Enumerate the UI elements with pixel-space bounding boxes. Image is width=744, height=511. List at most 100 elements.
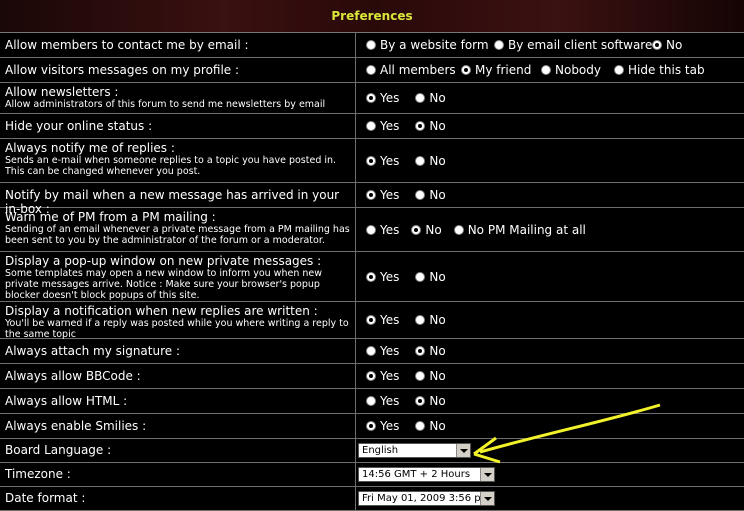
radio-option[interactable]: No bbox=[415, 313, 446, 327]
radio-unselected-icon[interactable] bbox=[415, 421, 426, 431]
radio-option[interactable]: Hide this tab bbox=[614, 63, 705, 77]
radio-option[interactable]: Yes bbox=[366, 419, 399, 433]
preference-description: Some templates may open a new window to … bbox=[5, 268, 322, 301]
radio-option[interactable]: By a website form bbox=[366, 38, 489, 52]
radio-selected-icon[interactable] bbox=[366, 190, 376, 200]
preference-label: Timezone : bbox=[5, 463, 350, 481]
preference-row: Allow visitors messages on my profile : A… bbox=[0, 58, 744, 83]
preference-description: Sending of an email whenever a private m… bbox=[5, 224, 350, 246]
radio-option[interactable]: Yes bbox=[366, 369, 399, 383]
radio-option[interactable]: Yes bbox=[366, 223, 399, 237]
column-divider bbox=[355, 33, 356, 57]
preference-label: Always allow BBCode : bbox=[5, 364, 350, 383]
preference-options: Yes No bbox=[366, 389, 458, 413]
preference-title: Display a notification when new replies … bbox=[5, 304, 318, 318]
radio-option[interactable]: Yes bbox=[366, 188, 399, 202]
radio-option[interactable]: No bbox=[411, 223, 442, 237]
radio-selected-icon[interactable] bbox=[652, 40, 662, 50]
column-divider bbox=[355, 339, 356, 363]
board-language-select[interactable]: English bbox=[358, 443, 471, 458]
radio-selected-icon[interactable] bbox=[415, 346, 426, 356]
radio-option[interactable]: No bbox=[415, 154, 446, 168]
preference-title: Hide your online status : bbox=[5, 119, 153, 133]
radio-selected-icon[interactable] bbox=[415, 396, 426, 406]
radio-selected-icon[interactable] bbox=[366, 271, 376, 282]
radio-unselected-icon[interactable] bbox=[366, 396, 376, 406]
radio-option[interactable]: No bbox=[415, 270, 446, 284]
preference-title: Always allow HTML : bbox=[5, 394, 128, 408]
radio-selected-icon[interactable] bbox=[366, 315, 376, 325]
date-format-select[interactable]: Fri May 01, 2009 3:56 pm bbox=[358, 491, 495, 506]
preference-options: Yes No bbox=[366, 252, 458, 301]
radio-option[interactable]: No bbox=[415, 344, 446, 358]
radio-unselected-icon[interactable] bbox=[415, 155, 426, 166]
radio-option[interactable]: All members bbox=[366, 63, 456, 77]
radio-option[interactable]: My friend bbox=[461, 63, 531, 77]
radio-option[interactable]: No bbox=[415, 188, 446, 202]
radio-option[interactable]: Yes bbox=[366, 344, 399, 358]
preference-label: Allow visitors messages on my profile : bbox=[5, 58, 350, 77]
preference-label: Board Language : bbox=[5, 439, 350, 457]
column-divider bbox=[355, 487, 356, 510]
preference-row: Notify by mail when a new message has ar… bbox=[0, 183, 744, 216]
radio-option[interactable]: No bbox=[415, 419, 446, 433]
radio-selected-icon[interactable] bbox=[366, 421, 376, 431]
radio-option[interactable]: No bbox=[415, 91, 446, 105]
preference-options: Yes No bbox=[366, 364, 458, 388]
radio-option[interactable]: Nobody bbox=[541, 63, 601, 77]
radio-selected-icon[interactable] bbox=[366, 93, 376, 103]
radio-unselected-icon[interactable] bbox=[366, 346, 376, 356]
radio-unselected-icon[interactable] bbox=[494, 40, 504, 50]
radio-option[interactable]: Yes bbox=[366, 91, 399, 105]
radio-label: Yes bbox=[380, 188, 400, 202]
radio-option[interactable]: Yes bbox=[366, 394, 399, 408]
preference-title: Timezone : bbox=[5, 467, 71, 481]
radio-unselected-icon[interactable] bbox=[453, 224, 464, 235]
preference-title: Always allow BBCode : bbox=[5, 369, 141, 383]
radio-option[interactable]: Yes bbox=[366, 154, 399, 168]
radio-unselected-icon[interactable] bbox=[415, 190, 426, 200]
radio-option[interactable]: No bbox=[415, 369, 446, 383]
radio-label: Nobody bbox=[555, 63, 601, 77]
radio-unselected-icon[interactable] bbox=[366, 121, 376, 131]
radio-option[interactable]: No bbox=[415, 394, 446, 408]
yellow-arrow-icon bbox=[473, 403, 661, 464]
radio-label: Yes bbox=[380, 119, 400, 133]
radio-label: Yes bbox=[380, 153, 400, 168]
column-divider bbox=[355, 183, 356, 207]
preference-row: Warn me of PM from a PM mailing : Sending… bbox=[0, 208, 744, 252]
radio-unselected-icon[interactable] bbox=[415, 315, 426, 325]
radio-unselected-icon[interactable] bbox=[366, 40, 376, 50]
radio-selected-icon[interactable] bbox=[415, 121, 426, 131]
radio-selected-icon[interactable] bbox=[366, 155, 376, 166]
radio-option[interactable]: Yes bbox=[366, 313, 399, 327]
select-row: Date format : Fri May 01, 2009 3:56 pm bbox=[0, 487, 744, 511]
preference-description: Sends an e-mail when someone replies to … bbox=[5, 155, 337, 177]
radio-option[interactable]: Yes bbox=[366, 270, 399, 284]
preference-title: Allow visitors messages on my profile : bbox=[5, 63, 240, 77]
radio-unselected-icon[interactable] bbox=[614, 65, 624, 75]
radio-unselected-icon[interactable] bbox=[366, 65, 376, 75]
radio-label: Yes bbox=[380, 313, 400, 327]
radio-selected-icon[interactable] bbox=[411, 224, 422, 235]
preference-row: Allow members to contact me by email : By… bbox=[0, 33, 744, 58]
preference-label: Date format : bbox=[5, 487, 350, 505]
radio-selected-icon[interactable] bbox=[461, 65, 471, 75]
preference-options: By a website form By email client softwar… bbox=[366, 33, 736, 57]
radio-unselected-icon[interactable] bbox=[415, 371, 426, 381]
column-divider bbox=[355, 302, 356, 338]
radio-option[interactable]: By email client software bbox=[494, 38, 652, 52]
radio-unselected-icon[interactable] bbox=[366, 224, 376, 235]
radio-unselected-icon[interactable] bbox=[541, 65, 551, 75]
radio-label: No bbox=[666, 38, 683, 52]
preference-title: Allow newsletters : bbox=[5, 85, 119, 99]
chevron-down-icon[interactable] bbox=[480, 492, 494, 505]
preference-label: Allow newsletters : Allow administrators … bbox=[5, 83, 350, 110]
radio-unselected-icon[interactable] bbox=[415, 93, 426, 103]
radio-unselected-icon[interactable] bbox=[415, 271, 426, 282]
radio-selected-icon[interactable] bbox=[366, 371, 376, 381]
radio-option[interactable]: No PM Mailing at all bbox=[453, 223, 586, 237]
radio-option[interactable]: No bbox=[415, 119, 446, 133]
radio-option[interactable]: Yes bbox=[366, 119, 399, 133]
radio-option[interactable]: No bbox=[652, 38, 682, 52]
